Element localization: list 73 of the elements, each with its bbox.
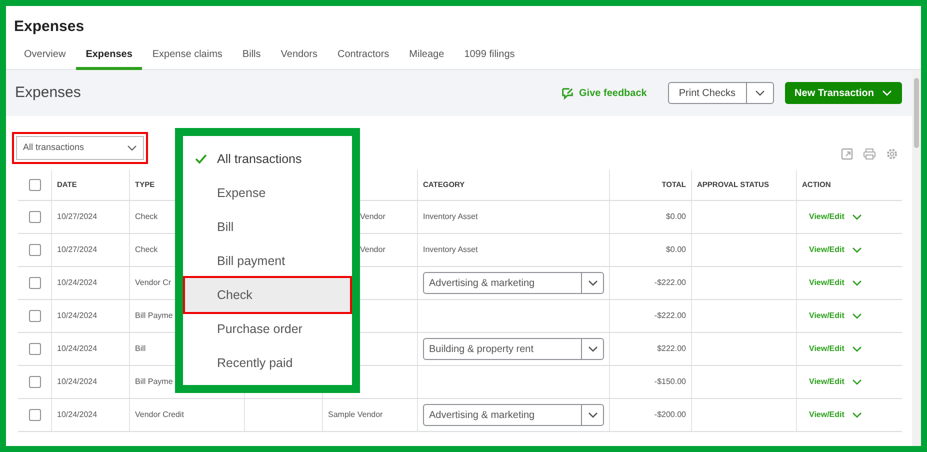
table-cell: 10/27/2024: [57, 244, 98, 256]
settings-icon[interactable]: [886, 148, 898, 160]
feedback-icon: [561, 86, 574, 100]
table-cell: Check: [135, 244, 158, 256]
caret-icon: [852, 247, 862, 253]
menu-item[interactable]: Check: [185, 278, 350, 312]
checkbox[interactable]: [28, 376, 40, 388]
table-cell: 10/24/2024: [57, 376, 98, 388]
table-cell: Vendor: [360, 211, 386, 223]
table-cell: -$222.00: [654, 310, 686, 322]
caret-icon: [852, 379, 862, 385]
table-cell: Bill: [135, 343, 146, 355]
table-cell: 10/24/2024: [57, 310, 98, 322]
category-dropdown[interactable]: Advertising & marketing: [423, 404, 604, 426]
caret-icon: [852, 313, 862, 319]
checkbox[interactable]: [28, 179, 40, 191]
table-cell: Bill Payme: [135, 376, 173, 388]
table-cell: Vendor Cr: [135, 277, 172, 289]
tab[interactable]: Bills: [232, 44, 271, 70]
table-cell: Vendor Credit: [135, 409, 184, 421]
page-title: Expenses: [14, 18, 84, 35]
tab[interactable]: 1099 filings: [454, 44, 525, 70]
table-cell: Inventory Asset: [423, 244, 478, 256]
table-cell: 10/24/2024: [57, 343, 98, 355]
caret-icon: [852, 214, 862, 220]
caret-icon: [127, 145, 137, 151]
caret-icon: [588, 280, 598, 286]
table-cell: 10/24/2024: [57, 409, 98, 421]
menu-item[interactable]: Bill payment: [183, 244, 352, 278]
menu-item[interactable]: Bill: [183, 210, 352, 244]
caret-icon: [754, 90, 765, 96]
print-icon[interactable]: [863, 148, 876, 160]
caret-icon: [588, 346, 598, 352]
table-cell: Check: [135, 211, 158, 223]
caret-icon: [852, 346, 862, 352]
category-dropdown[interactable]: Advertising & marketing: [423, 272, 604, 294]
checkbox[interactable]: [28, 244, 40, 256]
category-dropdown[interactable]: Building & property rent: [423, 338, 604, 360]
section-title: Expenses: [15, 82, 81, 103]
table-cell: $0.00: [666, 244, 686, 256]
table-cell: 10/24/2024: [57, 277, 98, 289]
scrollbar[interactable]: [912, 70, 921, 446]
export-icon[interactable]: [841, 148, 853, 160]
tab[interactable]: Vendors: [270, 44, 328, 70]
checkbox[interactable]: [28, 343, 40, 355]
table-cell: -$150.00: [654, 376, 686, 388]
table-cell: $222.00: [657, 343, 686, 355]
print-checks-split-button[interactable]: Print Checks: [668, 82, 774, 104]
checkbox[interactable]: [28, 310, 40, 322]
table-cell: $0.00: [666, 211, 686, 223]
checkbox[interactable]: [28, 409, 40, 421]
table-cell: Inventory Asset: [423, 211, 478, 223]
table-cell: Sample Vendor: [328, 409, 383, 421]
menu-item[interactable]: Recently paid: [183, 346, 352, 380]
tab[interactable]: Contractors: [327, 44, 400, 70]
tab[interactable]: Overview: [14, 44, 76, 70]
table-cell: -$200.00: [654, 409, 686, 421]
new-transaction-button[interactable]: New Transaction: [784, 82, 902, 104]
menu-item[interactable]: Purchase order: [183, 312, 352, 346]
table-cell: Bill Payme: [135, 310, 173, 322]
menu-item[interactable]: All transactions: [183, 142, 352, 176]
caret-icon: [882, 90, 892, 96]
checkbox[interactable]: [28, 211, 40, 223]
table-cell: -$222.00: [654, 277, 686, 289]
caret-icon: [852, 280, 862, 286]
table-cell: Vendor: [360, 244, 386, 256]
table-cell: 10/27/2024: [57, 211, 98, 223]
caret-icon: [588, 412, 598, 418]
caret-icon: [852, 412, 862, 418]
tab[interactable]: Expense claims: [142, 44, 232, 70]
checkbox[interactable]: [28, 277, 40, 289]
tab[interactable]: Mileage: [399, 44, 454, 70]
menu-item[interactable]: Expense: [183, 176, 352, 210]
